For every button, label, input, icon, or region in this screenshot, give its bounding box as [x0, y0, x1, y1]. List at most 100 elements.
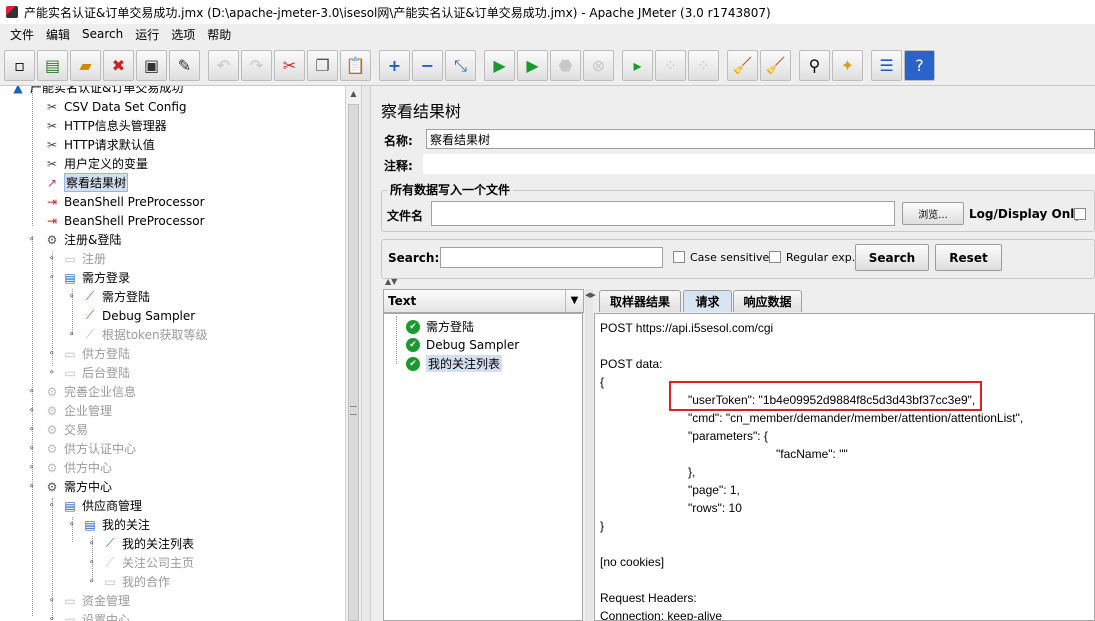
- tree-item-demander-center[interactable]: ⚙ 需方中心: [44, 477, 112, 496]
- renderer-select[interactable]: Text ▼: [383, 289, 584, 313]
- tree-toggle-demander-login-group[interactable]: ⚬: [48, 274, 57, 283]
- tree-item-http-request-defaults[interactable]: ✂ HTTP请求默认值: [44, 135, 155, 154]
- tree-toggle-my-follow-list[interactable]: ⚬: [88, 540, 97, 549]
- tree-item-http-header-manager[interactable]: ✂ HTTP信息头管理器: [44, 116, 167, 135]
- tree-item-follow-company-home[interactable]: ⟋ 关注公司主页: [102, 553, 194, 572]
- tree-root[interactable]: ▲ 产能实名认证&订单交易成功: [10, 86, 183, 97]
- save-as-icon[interactable]: ✎: [169, 50, 200, 81]
- tree-item-beanshell-preprocessor-2[interactable]: ⇥ BeanShell PreProcessor: [44, 211, 205, 230]
- tree-item-register-login[interactable]: ⚙ 注册&登陆: [44, 230, 122, 249]
- cut-icon[interactable]: ✂: [274, 50, 305, 81]
- expand-icon[interactable]: +: [379, 50, 410, 81]
- copy-icon[interactable]: ❐: [307, 50, 338, 81]
- tree-item-get-level-by-token[interactable]: ⟋ 根据token获取等级: [82, 325, 208, 344]
- comment-input[interactable]: [423, 154, 1095, 174]
- tree-item-my-follow[interactable]: ▤ 我的关注: [82, 515, 150, 534]
- tree-item-settings-center[interactable]: ▭ 设置中心: [62, 610, 130, 621]
- filename-input[interactable]: [431, 201, 895, 226]
- tree-scrollbar-thumb[interactable]: [348, 104, 359, 621]
- result-item-demander-login[interactable]: ✔ 需方登陆: [406, 317, 474, 336]
- menu-file[interactable]: 文件: [4, 26, 40, 43]
- tree-toggle-register[interactable]: ⚬: [48, 255, 57, 264]
- tree-item-supplier-center[interactable]: ⚙ 供方中心: [44, 458, 112, 477]
- tree-toggle-follow-company-home[interactable]: ⚬: [88, 559, 97, 568]
- tree-toggle-supplier-management[interactable]: ⚬: [48, 502, 57, 511]
- tree-toggle-admin-login[interactable]: ⚬: [48, 369, 57, 378]
- menu-options[interactable]: 选项: [165, 26, 201, 43]
- name-input[interactable]: [426, 129, 1095, 149]
- request-content[interactable]: POST https://api.i5sesol.com/cgi POST da…: [594, 313, 1095, 621]
- help-icon[interactable]: ?: [904, 50, 935, 81]
- close-icon[interactable]: ✖: [103, 50, 134, 81]
- start-no-pauses-icon[interactable]: ▶: [517, 50, 548, 81]
- tab-request[interactable]: 请求: [683, 290, 732, 312]
- chevron-down-icon[interactable]: ▼: [565, 290, 583, 312]
- menu-edit[interactable]: 编辑: [40, 26, 76, 43]
- menu-search[interactable]: Search: [76, 27, 129, 41]
- tree-toggle-company-info[interactable]: ⚬: [28, 388, 37, 397]
- browse-button[interactable]: 浏览...: [902, 202, 964, 225]
- tree-toggle-demander-login[interactable]: ⚬: [68, 293, 77, 302]
- tree-item-fund-management[interactable]: ▭ 资金管理: [62, 591, 130, 610]
- tree-toggle-fund-management[interactable]: ⚬: [48, 597, 57, 606]
- remote-start-icon[interactable]: ▸: [622, 50, 653, 81]
- tree-toggle-supplier-login[interactable]: ⚬: [48, 350, 57, 359]
- remote-stop-icon[interactable]: ⁘: [655, 50, 686, 81]
- result-item-debug-sampler[interactable]: ✔ Debug Sampler: [406, 335, 519, 354]
- shutdown-icon[interactable]: ⊗: [583, 50, 614, 81]
- new-icon[interactable]: ▫: [4, 50, 35, 81]
- reset-search-icon[interactable]: ✦: [832, 50, 863, 81]
- paste-icon[interactable]: 📋: [340, 50, 371, 81]
- tree-toggle-trade[interactable]: ⚬: [28, 426, 37, 435]
- toggle-icon[interactable]: ⤡: [445, 50, 476, 81]
- tree-item-supplier-cert-center[interactable]: ⚙ 供方认证中心: [44, 439, 136, 458]
- tree-item-company-info[interactable]: ⚙ 完善企业信息: [44, 382, 136, 401]
- test-plan-tree[interactable]: ▲ 产能实名认证&订单交易成功 ✂ CSV Data Set Config ✂ …: [0, 86, 345, 621]
- search-input[interactable]: [440, 247, 663, 268]
- search-button[interactable]: Search: [855, 244, 929, 271]
- tree-toggle-my-follow[interactable]: ⚬: [68, 521, 77, 530]
- undo-icon[interactable]: ↶: [208, 50, 239, 81]
- tree-toggle-supplier-center[interactable]: ⚬: [28, 464, 37, 473]
- collapse-icon[interactable]: −: [412, 50, 443, 81]
- open-icon[interactable]: ▰: [70, 50, 101, 81]
- tree-toggle-register-login[interactable]: ⚬: [28, 236, 37, 245]
- menu-help[interactable]: 帮助: [201, 26, 237, 43]
- tree-scrollbar[interactable]: ▲: [345, 86, 360, 621]
- tree-toggle-my-cooperation[interactable]: ⚬: [88, 578, 97, 587]
- tree-toggle-company-management[interactable]: ⚬: [28, 407, 37, 416]
- log-display-only-checkbox[interactable]: [1074, 208, 1086, 220]
- tab-sampler-result[interactable]: 取样器结果: [599, 290, 681, 312]
- function-helper-icon[interactable]: ☰: [871, 50, 902, 81]
- tree-item-register[interactable]: ▭ 注册: [62, 249, 106, 268]
- tree-item-debug-sampler[interactable]: ⟋ Debug Sampler: [82, 306, 195, 325]
- tree-item-csv-data-set-config[interactable]: ✂ CSV Data Set Config: [44, 97, 187, 116]
- tree-toggle-settings-center[interactable]: ⚬: [48, 616, 57, 621]
- tree-item-supplier-login[interactable]: ▭ 供方登陆: [62, 344, 130, 363]
- menu-run[interactable]: 运行: [129, 26, 165, 43]
- tree-item-company-management[interactable]: ⚙ 企业管理: [44, 401, 112, 420]
- tree-item-beanshell-preprocessor-1[interactable]: ⇥ BeanShell PreProcessor: [44, 192, 205, 211]
- tree-item-demander-login-group[interactable]: ▤ 需方登录: [62, 268, 130, 287]
- tree-item-demander-login[interactable]: ⟋ 需方登陆: [82, 287, 150, 306]
- stop-icon[interactable]: ⬣: [550, 50, 581, 81]
- tree-item-my-cooperation[interactable]: ▭ 我的合作: [102, 572, 170, 591]
- case-sensitive-checkbox[interactable]: [673, 251, 685, 263]
- remote-shutdown-icon[interactable]: ⁘: [688, 50, 719, 81]
- tree-item-my-follow-list[interactable]: ⟋ 我的关注列表: [102, 534, 194, 553]
- templates-icon[interactable]: ▤: [37, 50, 68, 81]
- tab-response-data[interactable]: 响应数据: [733, 290, 802, 312]
- split-arrows-icon[interactable]: ◀▶: [585, 291, 596, 299]
- panel-splitter[interactable]: [361, 86, 371, 621]
- tree-toggle-supplier-cert-center[interactable]: ⚬: [28, 445, 37, 454]
- tree-toggle-get-level-by-token[interactable]: ⚬: [68, 331, 77, 340]
- tree-toggle-demander-center[interactable]: ⚬: [28, 483, 37, 492]
- binoculars-icon[interactable]: ⚲: [799, 50, 830, 81]
- detail-splitter[interactable]: ◀▶: [585, 289, 596, 621]
- start-icon[interactable]: ▶: [484, 50, 515, 81]
- tree-item-admin-login[interactable]: ▭ 后台登陆: [62, 363, 130, 382]
- clear-icon[interactable]: 🧹: [727, 50, 758, 81]
- redo-icon[interactable]: ↷: [241, 50, 272, 81]
- regular-exp-checkbox[interactable]: [769, 251, 781, 263]
- result-item-my-follow-list[interactable]: ✔ 我的关注列表: [406, 354, 503, 373]
